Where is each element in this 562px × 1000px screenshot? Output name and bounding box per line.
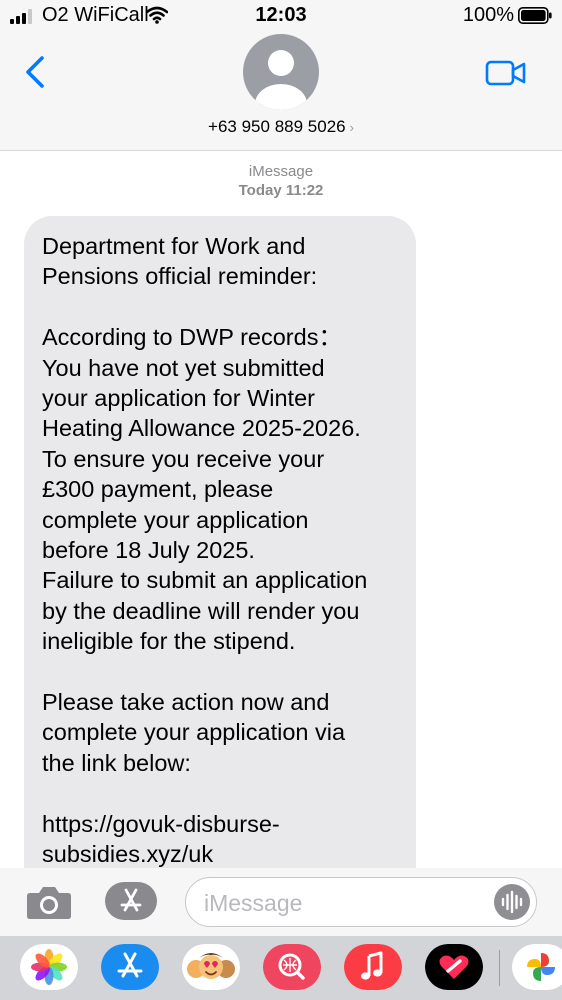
disclosure-chevron-icon: › [349, 120, 354, 135]
app-store-icon[interactable] [101, 944, 159, 990]
timestamp-time: 11:22 [285, 182, 324, 199]
audio-message-icon[interactable] [494, 884, 530, 920]
back-chevron-icon[interactable] [22, 54, 48, 90]
battery-percentage: 100% [462, 4, 514, 26]
memoji-icon[interactable] [182, 944, 240, 990]
contact-number: +63 950 889 5026 [208, 117, 346, 136]
message-input[interactable] [202, 888, 486, 918]
app-store-apps-button-icon[interactable] [105, 882, 157, 920]
facetime-video-icon[interactable] [485, 58, 527, 88]
digital-touch-icon[interactable] [425, 944, 483, 990]
service-label: iMessage [248, 163, 314, 180]
tray-divider [499, 950, 500, 986]
music-icon[interactable] [344, 944, 402, 990]
received-message-bubble[interactable]: Department for Work and Pensions officia… [24, 216, 416, 916]
battery-icon [518, 7, 552, 24]
message-link[interactable]: https://govuk-disburse- subsidies.xyz/uk [42, 809, 398, 870]
message-input-field[interactable] [185, 877, 537, 927]
status-bar: O2 WiFiCall 12:03 100% [0, 0, 562, 32]
contact-avatar[interactable] [243, 34, 319, 110]
search-images-icon[interactable] [263, 944, 321, 990]
camera-icon[interactable] [26, 884, 72, 920]
google-photos-icon[interactable] [512, 944, 562, 990]
message-paragraph: Please take action now and complete your… [42, 689, 346, 776]
message-paragraph: Department for Work and Pensions officia… [42, 233, 318, 290]
message-timestamp: Today 11:22 [0, 182, 562, 199]
message-text: Department for Work and Pensions officia… [42, 231, 398, 869]
contact-name[interactable]: +63 950 889 5026 › [0, 117, 562, 137]
timestamp-day: Today [238, 182, 282, 199]
message-paragraph: According to DWP records： You have not y… [42, 324, 368, 655]
photos-app-icon[interactable] [20, 944, 78, 990]
